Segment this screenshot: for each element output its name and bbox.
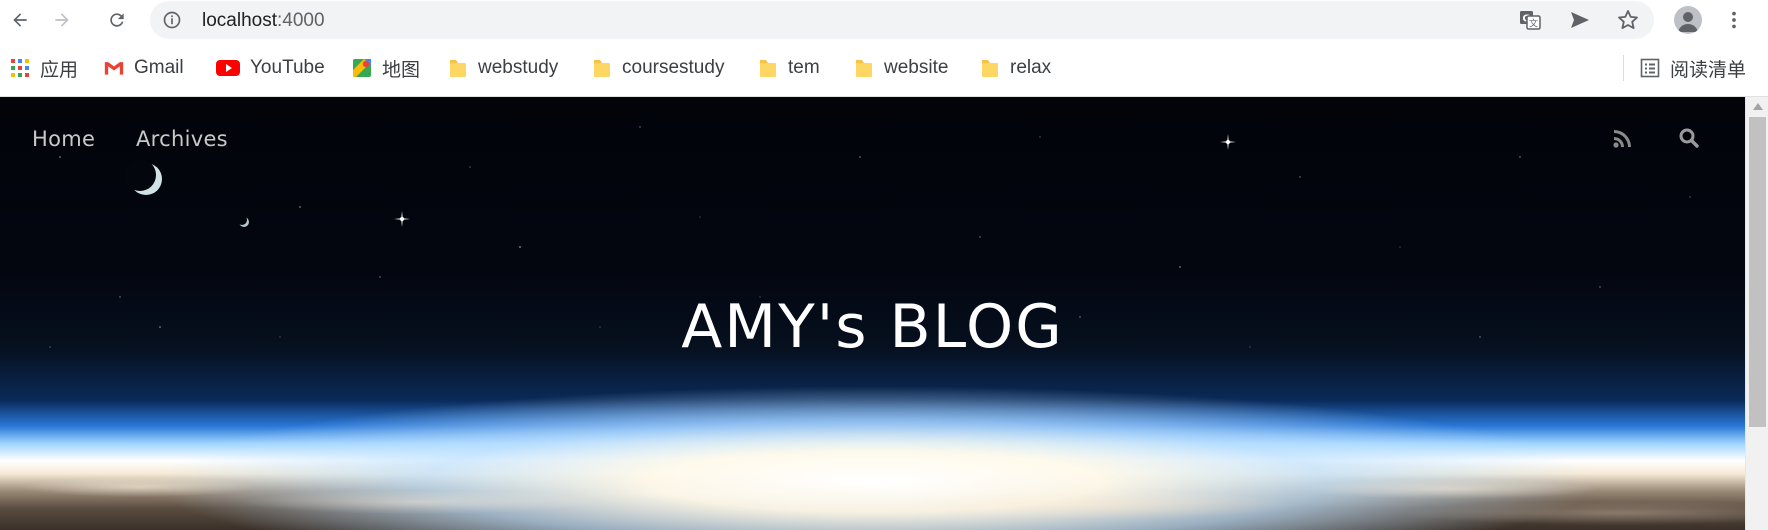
bookmarks-divider [1623, 55, 1624, 81]
profile-button[interactable] [1672, 4, 1704, 36]
apps-grid-icon [11, 59, 29, 77]
folder-icon [450, 60, 466, 77]
reload-icon [110, 13, 124, 27]
bookmark-youtube[interactable]: YouTube [216, 54, 325, 82]
bookmark-maps[interactable]: 地图 [352, 54, 420, 82]
browser-toolbar: localhost:4000 G 文 [0, 0, 1768, 40]
page-scrollbar[interactable] [1745, 97, 1768, 530]
page-viewport: Home Archives AMY's BLOG [0, 97, 1745, 530]
scroll-up-button[interactable] [1746, 97, 1768, 115]
bookmark-label: webstudy [478, 57, 559, 78]
folder-icon [760, 60, 776, 77]
info-icon[interactable] [162, 10, 182, 30]
nav-archives-link[interactable]: Archives [136, 127, 228, 151]
bookmark-label: website [884, 57, 949, 78]
nav-home-link[interactable]: Home [32, 127, 95, 151]
more-vertical-icon [1732, 11, 1736, 29]
svg-text:文: 文 [1529, 18, 1538, 30]
youtube-icon [216, 60, 240, 76]
send-icon[interactable] [1568, 8, 1592, 32]
earth-clouds [0, 447, 1745, 530]
bookmark-label: YouTube [250, 57, 325, 78]
triangle-up-icon [1752, 102, 1763, 110]
scroll-thumb[interactable] [1749, 117, 1766, 427]
translate-icon[interactable]: G 文 [1518, 8, 1542, 32]
url-text[interactable]: localhost:4000 [202, 10, 325, 32]
address-bar[interactable]: localhost:4000 G 文 [150, 1, 1654, 39]
search-icon[interactable] [1678, 127, 1700, 149]
bookmark-label: Gmail [134, 57, 184, 78]
bookmark-label: coursestudy [622, 57, 725, 78]
folder-icon [856, 60, 872, 77]
reading-list-button[interactable]: 阅读清单 [1640, 54, 1746, 82]
gmail-icon [104, 62, 124, 75]
menu-button[interactable] [1718, 4, 1750, 36]
star-icon[interactable] [1616, 8, 1640, 32]
bookmark-gmail[interactable]: Gmail [104, 54, 184, 82]
bookmark-folder-webstudy[interactable]: webstudy [448, 54, 558, 82]
reading-list-icon [1640, 58, 1660, 78]
avatar-icon [1674, 6, 1702, 34]
reload-button[interactable] [101, 4, 133, 36]
bookmark-folder-tem[interactable]: tem [758, 54, 820, 82]
arrow-left-icon [13, 13, 27, 27]
bookmark-label: 应用 [40, 59, 79, 81]
maps-icon [353, 59, 371, 77]
folder-icon [982, 60, 998, 77]
bookmark-label: 地图 [382, 59, 421, 81]
bookmark-label: tem [788, 57, 820, 78]
rss-icon[interactable] [1612, 127, 1634, 149]
url-port: :4000 [277, 10, 325, 31]
blog-title: AMY's BLOG [681, 292, 1064, 362]
arrow-right-icon [55, 13, 69, 27]
bookmark-folder-relax[interactable]: relax [980, 54, 1051, 82]
bookmark-folder-website[interactable]: website [854, 54, 948, 82]
bookmark-apps[interactable]: 应用 [10, 54, 78, 82]
bookmark-label: relax [1010, 57, 1052, 78]
folder-icon [594, 60, 610, 77]
bookmark-folder-coursestudy[interactable]: coursestudy [592, 54, 724, 82]
url-host: localhost [202, 10, 277, 31]
back-button[interactable] [4, 4, 36, 36]
reading-list-label: 阅读清单 [1670, 59, 1747, 81]
forward-button[interactable] [46, 4, 78, 36]
bookmarks-bar: 应用 Gmail YouTube 地图 webstudy coursestudy… [0, 40, 1768, 97]
